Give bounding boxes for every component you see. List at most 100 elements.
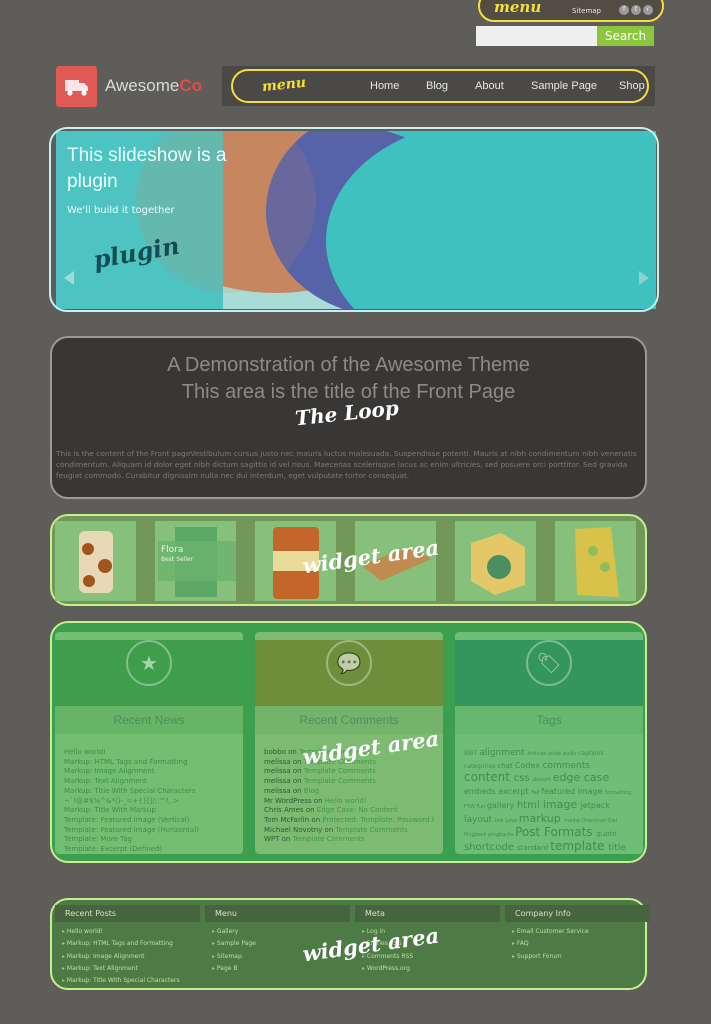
tag-link[interactable]: markup [519,812,564,825]
comment-author[interactable]: Tom McFarlin [264,816,309,824]
tag-link[interactable]: template [550,839,608,853]
comment-post-link[interactable]: Protected: Template: Password Protected … [322,816,434,824]
tag-link[interactable]: audio [563,751,578,757]
tag-link[interactable]: comments [543,761,590,771]
tag-link[interactable]: excerpt [499,787,532,796]
tag-link[interactable]: edge case [553,771,609,784]
nav-item-about[interactable]: About [475,80,504,92]
footer-link[interactable]: Hello world! [62,928,103,935]
footer-link[interactable]: WordPress.org [362,965,410,972]
tag-link[interactable]: title [608,843,626,853]
comment-post-link[interactable]: Template Comments [304,767,376,775]
tag-link[interactable]: css [514,773,533,784]
footer-link[interactable]: Markup: Title With Special Characters [62,977,180,984]
tag-link[interactable]: Oldschool [581,818,607,824]
list-item[interactable]: Hello world! [64,748,234,758]
list-item[interactable]: Template: Featured Image (Horizontal) [64,826,234,836]
comment-author[interactable]: Chris Ames [264,806,304,814]
twitter-icon[interactable]: t [631,5,641,15]
nav-item-sample-page[interactable]: Sample Page [531,80,597,92]
footer-link[interactable]: Gallery [212,928,238,935]
comment-post-link[interactable]: Edge Case: No Content [317,806,398,814]
rss-icon[interactable]: r [643,5,653,15]
tag-link[interactable]: media [564,818,581,824]
footer-link[interactable]: Markup: Image Alignment [62,953,145,960]
tag-link[interactable]: jetpack [581,801,610,810]
tag-link[interactable]: gallery [487,801,517,810]
tag-link[interactable]: featured image [541,787,605,796]
footer-link[interactable]: Sitemap [212,953,242,960]
tag-link[interactable]: image [543,798,581,811]
footer-link[interactable]: Page B [212,965,238,972]
footer-link[interactable]: Email Customer Service [512,928,589,935]
truck-icon[interactable] [56,66,97,107]
product-thumbnail[interactable] [555,521,636,601]
tag-link[interactable]: Formats [544,825,596,839]
comment-author[interactable]: melissa [264,787,291,795]
tag-link[interactable]: embeds [464,787,499,796]
tag-link[interactable]: chat [497,762,515,770]
tag-link[interactable]: Codex [515,761,543,770]
list-item[interactable]: Markup: Title With Markup [64,806,234,816]
comment-post-link[interactable]: Hello world! [325,797,367,805]
logo-text[interactable]: AwesomeCo [105,76,202,96]
comment-author[interactable]: melissa [264,767,291,775]
list-item[interactable]: Markup: Image Alignment [64,767,234,777]
comment-author[interactable]: melissa [264,758,291,766]
comment-author[interactable]: WPT [264,835,279,843]
footer-link[interactable]: Markup: HTML Tags and Formatting [62,940,173,947]
tag-link[interactable]: html [517,800,543,811]
comment-post-link[interactable]: Blog [304,787,319,795]
tag-link[interactable]: alignment [479,748,527,758]
list-item[interactable]: Markup: Text Alignment [64,777,234,787]
tag-link[interactable]: categories [464,763,497,770]
tag-link[interactable]: Fail [531,790,541,796]
search-input[interactable] [476,26,598,46]
tag-link[interactable]: dowork [533,777,553,783]
list-item[interactable]: Markup: Title With Special Characters ~`… [64,787,234,806]
tag-link[interactable]: Pingback [464,832,488,838]
tag-link[interactable]: content [464,770,514,784]
tag-link[interactable]: link [495,818,505,824]
nav-item-home[interactable]: Home [370,80,399,92]
tag-link[interactable]: pingbacks [488,832,515,838]
comment-post-link[interactable]: Template Comments [293,835,365,843]
list-item[interactable]: Template: More Tag [64,835,234,845]
tag-link[interactable]: Love [505,818,518,824]
comment-author[interactable]: melissa [264,777,291,785]
tag-link[interactable]: Post [515,825,544,839]
tag-link[interactable]: Fun [476,804,487,810]
comment-post-link[interactable]: Template Comments [335,826,407,834]
footer-link[interactable]: Sample Page [212,940,256,947]
list-item[interactable]: Markup: HTML Tags and Formatting [64,758,234,768]
comment-post-link[interactable]: Template Comments [304,777,376,785]
tag-link[interactable]: shortcode [464,842,517,853]
facebook-icon[interactable]: f [619,5,629,15]
search-button[interactable]: Search [597,26,654,46]
tag-link[interactable]: FTW [464,804,476,810]
top-menu-label[interactable]: menu [494,0,541,16]
tag-link[interactable]: quote [596,830,616,838]
product-thumbnail[interactable] [455,521,536,601]
comment-author[interactable]: Michael Novotny [264,826,322,834]
footer-link[interactable]: FAQ [512,940,529,947]
nav-item-shop[interactable]: Shop [619,80,645,92]
product-thumbnail[interactable] [55,521,136,601]
tag-link[interactable]: 8BIT [464,750,479,757]
tag-link[interactable]: Owl [608,818,617,824]
tag-link[interactable]: standard [517,844,550,852]
comment-author[interactable]: bobbo [264,748,286,756]
list-item[interactable]: Template: Excerpt (Defined) [64,845,234,854]
sitemap-link[interactable]: Sitemap [572,7,601,15]
tag-link[interactable]: formatting [605,790,631,796]
slide-prev-arrow-icon[interactable] [64,271,74,285]
tag-link[interactable]: captions [578,750,603,757]
footer-link[interactable]: Markup: Text Alignment [62,965,138,972]
tag-link[interactable]: Articles [528,751,548,757]
slide-next-arrow-icon[interactable] [639,271,649,285]
comment-author[interactable]: Mr WordPress [264,797,312,805]
nav-item-blog[interactable]: Blog [426,80,448,92]
footer-link[interactable]: Support Forum [512,953,562,960]
tag-link[interactable]: layout [464,815,495,825]
list-item[interactable]: Template: Featured Image (Vertical) [64,816,234,826]
